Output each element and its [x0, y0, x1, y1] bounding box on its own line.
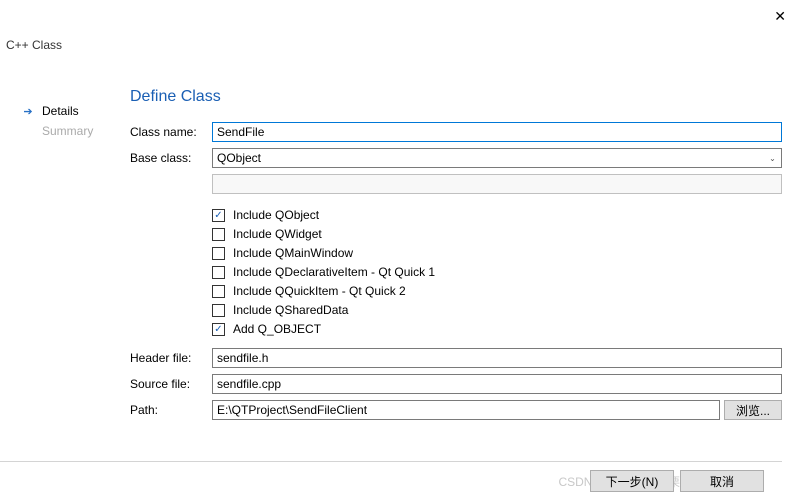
close-icon[interactable]: ✕	[774, 8, 786, 25]
check-include-qobject[interactable]: ✓ Include QObject	[212, 208, 782, 222]
checkbox-icon	[212, 247, 225, 260]
header-file-input[interactable]	[212, 348, 782, 368]
checkbox-icon	[212, 228, 225, 241]
source-file-input[interactable]	[212, 374, 782, 394]
check-label: Include QMainWindow	[233, 246, 353, 260]
sidebar-item-label: Details	[42, 104, 79, 118]
include-options: ✓ Include QObject Include QWidget Includ…	[212, 208, 782, 336]
header-file-label: Header file:	[130, 351, 212, 365]
check-include-qdeclarativeitem[interactable]: Include QDeclarativeItem - Qt Quick 1	[212, 265, 782, 279]
wizard-sidebar: ➔ Details Summary	[20, 104, 110, 144]
browse-button[interactable]: 浏览...	[724, 400, 782, 420]
main-form: Define Class Class name: Base class: ⌄ ✓…	[130, 88, 782, 426]
check-label: Add Q_OBJECT	[233, 322, 321, 336]
arrow-right-icon: ➔	[20, 105, 36, 118]
checkbox-icon: ✓	[212, 209, 225, 222]
checkbox-icon	[212, 285, 225, 298]
check-label: Include QWidget	[233, 227, 322, 241]
class-name-label: Class name:	[130, 125, 212, 139]
path-label: Path:	[130, 403, 212, 417]
footer-bar: 下一步(N) 取消	[0, 461, 782, 492]
checkbox-icon: ✓	[212, 323, 225, 336]
checkbox-icon	[212, 304, 225, 317]
check-include-qwidget[interactable]: Include QWidget	[212, 227, 782, 241]
check-add-qobject-macro[interactable]: ✓ Add Q_OBJECT	[212, 322, 782, 336]
check-label: Include QObject	[233, 208, 319, 222]
check-include-qquickitem[interactable]: Include QQuickItem - Qt Quick 2	[212, 284, 782, 298]
section-title: Define Class	[130, 88, 782, 106]
path-input[interactable]	[212, 400, 720, 420]
base-class-select[interactable]	[212, 148, 764, 168]
check-include-qmainwindow[interactable]: Include QMainWindow	[212, 246, 782, 260]
sidebar-item-details[interactable]: ➔ Details	[20, 104, 110, 118]
empty-input[interactable]	[212, 174, 782, 194]
class-name-input[interactable]	[212, 122, 782, 142]
chevron-down-icon[interactable]: ⌄	[764, 148, 782, 168]
checkbox-icon	[212, 266, 225, 279]
sidebar-item-summary[interactable]: Summary	[20, 124, 110, 138]
page-title: C++ Class	[6, 38, 62, 52]
next-button[interactable]: 下一步(N)	[590, 470, 674, 492]
cancel-button[interactable]: 取消	[680, 470, 764, 492]
check-include-qshareddata[interactable]: Include QSharedData	[212, 303, 782, 317]
check-label: Include QQuickItem - Qt Quick 2	[233, 284, 406, 298]
check-label: Include QSharedData	[233, 303, 348, 317]
base-class-label: Base class:	[130, 151, 212, 165]
source-file-label: Source file:	[130, 377, 212, 391]
sidebar-item-label: Summary	[42, 124, 93, 138]
check-label: Include QDeclarativeItem - Qt Quick 1	[233, 265, 435, 279]
